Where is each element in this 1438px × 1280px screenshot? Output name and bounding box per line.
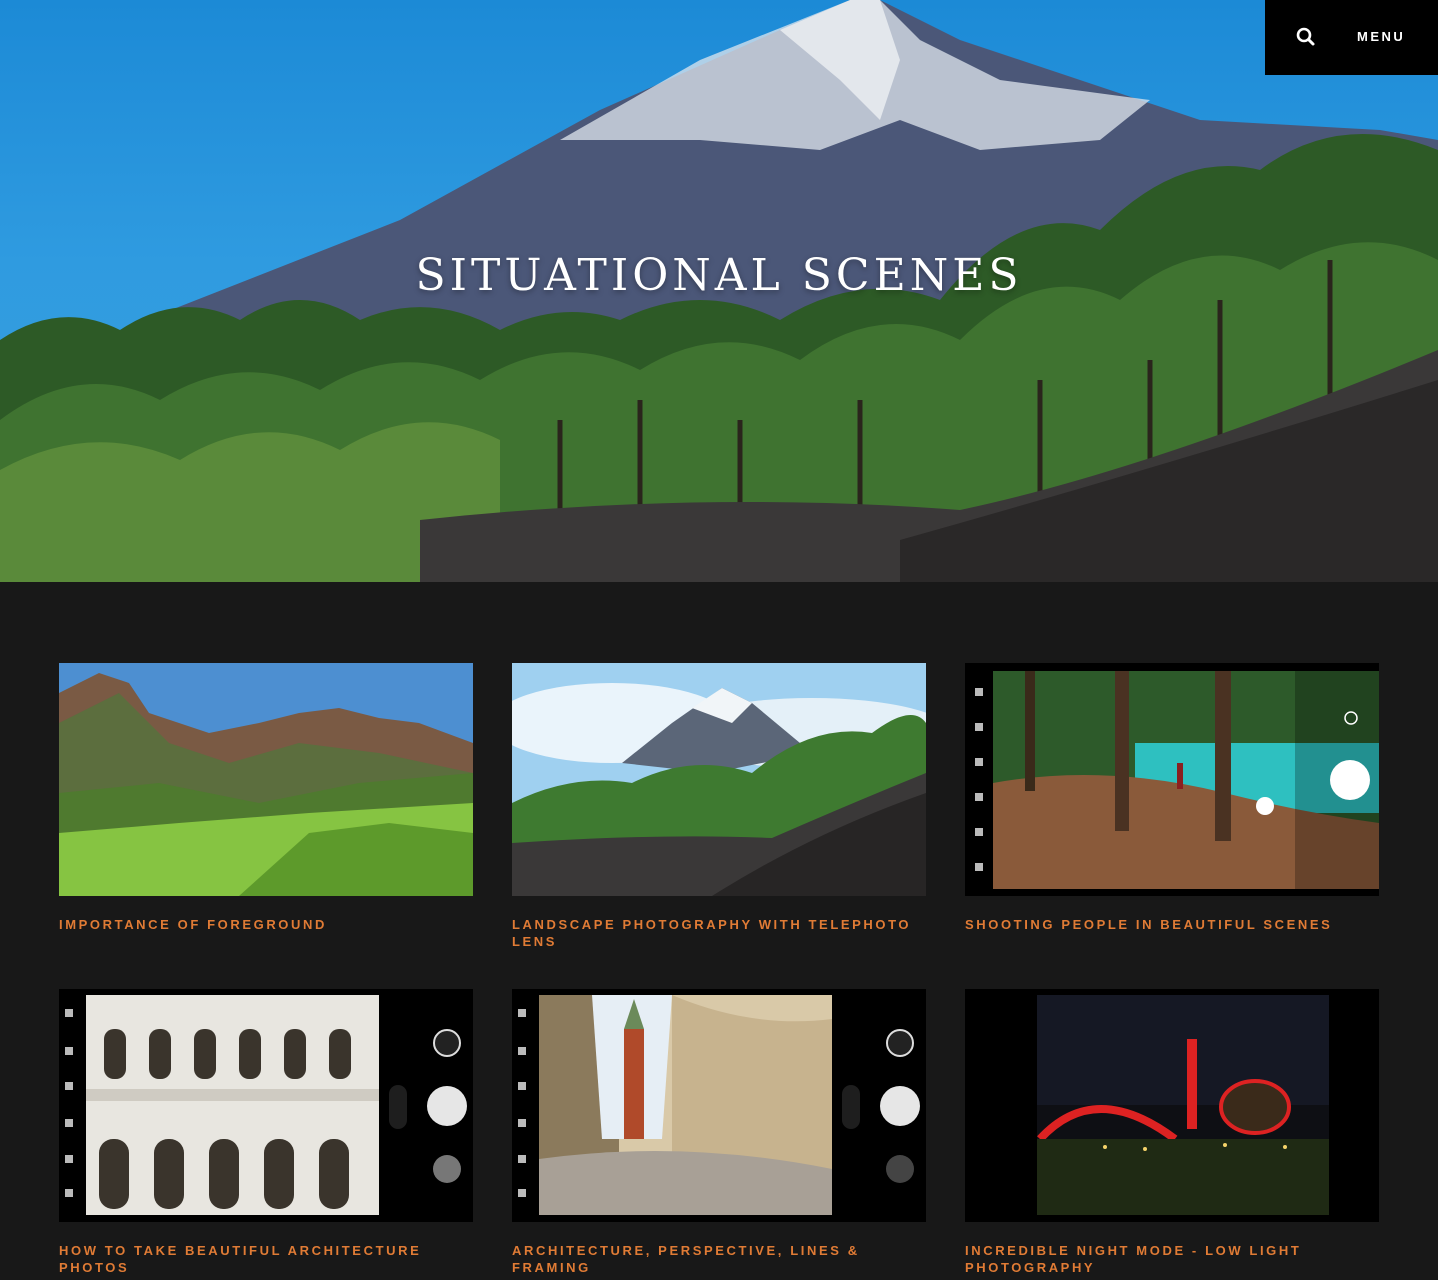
post-thumbnail[interactable] [965,663,1379,896]
post-title[interactable]: INCREDIBLE NIGHT MODE - LOW LIGHT PHOTOG… [965,1242,1365,1276]
post-title[interactable]: IMPORTANCE OF FOREGROUND [59,916,459,933]
post-thumbnail[interactable] [512,663,926,896]
post-thumbnail[interactable] [965,989,1379,1222]
hero-title: SITUATIONAL SCENES [415,250,1023,301]
search-icon[interactable] [1293,24,1319,50]
post-thumbnail[interactable] [59,989,473,1222]
post-title[interactable]: HOW TO TAKE BEAUTIFUL ARCHITECTURE PHOTO… [59,1242,459,1276]
post-card: LANDSCAPE PHOTOGRAPHY WITH TELEPHOTO LEN… [512,663,926,950]
post-card: IMPORTANCE OF FOREGROUND [59,663,473,933]
post-card: ARCHITECTURE, PERSPECTIVE, LINES & FRAMI… [512,989,926,1276]
menu-button[interactable]: MENU [1357,29,1405,44]
hero-banner: SITUATIONAL SCENES [0,0,1438,582]
post-title[interactable]: LANDSCAPE PHOTOGRAPHY WITH TELEPHOTO LEN… [512,916,912,950]
header-bar: MENU [1265,0,1438,75]
post-card: HOW TO TAKE BEAUTIFUL ARCHITECTURE PHOTO… [59,989,473,1276]
post-thumbnail[interactable] [59,663,473,896]
post-title[interactable]: SHOOTING PEOPLE IN BEAUTIFUL SCENES [965,916,1365,933]
post-thumbnail[interactable] [512,989,926,1222]
post-card: SHOOTING PEOPLE IN BEAUTIFUL SCENES [965,663,1379,933]
post-card: INCREDIBLE NIGHT MODE - LOW LIGHT PHOTOG… [965,989,1379,1276]
post-title[interactable]: ARCHITECTURE, PERSPECTIVE, LINES & FRAMI… [512,1242,912,1276]
